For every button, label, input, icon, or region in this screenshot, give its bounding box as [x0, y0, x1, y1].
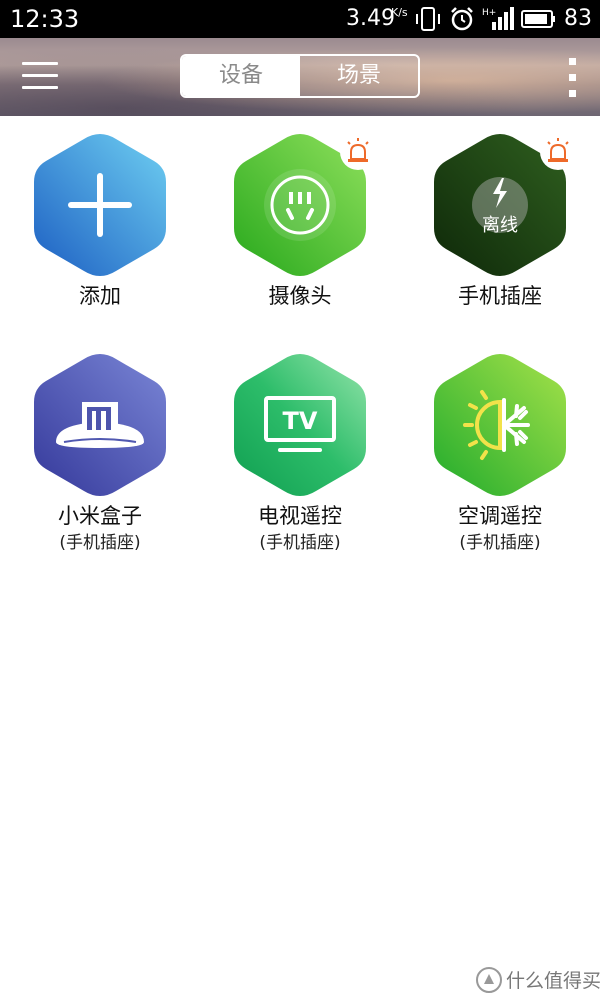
- device-name: 小米盒子: [58, 504, 142, 528]
- vibrate-icon: [416, 7, 440, 31]
- device-tile-mi-box[interactable]: 小米盒子 (手机插座): [0, 350, 200, 560]
- signal-hplus-icon: H+: [482, 7, 514, 30]
- siren-icon: [340, 134, 376, 170]
- device-tile-add[interactable]: 添加: [0, 130, 200, 320]
- offline-status: 离线: [482, 215, 518, 236]
- device-tile-tv-remote[interactable]: TV 电视遥控 (手机插座): [200, 350, 400, 560]
- hexagon-tile: TV: [234, 354, 366, 496]
- battery-icon: [521, 10, 555, 28]
- device-subtitle: (手机插座): [59, 533, 141, 553]
- network-speed: 3.49: [346, 6, 395, 31]
- status-time: 12:33: [10, 5, 80, 33]
- device-name: 摄像头: [268, 284, 332, 308]
- tab-scenes[interactable]: 场景: [300, 56, 418, 96]
- device-subtitle: (手机插座): [459, 533, 541, 553]
- hamburger-menu-icon[interactable]: [22, 62, 58, 92]
- alarm-clock-icon: [451, 7, 473, 31]
- status-bar: 12:33 3.49 K/s H+ 83: [0, 0, 600, 38]
- device-name: 添加: [79, 284, 121, 308]
- device-name: 空调遥控: [458, 504, 542, 528]
- svg-text:H+: H+: [482, 8, 496, 18]
- watermark-text: 什么值得买: [506, 970, 600, 992]
- more-vertical-icon[interactable]: [566, 58, 580, 98]
- device-tile-phone-socket[interactable]: 离线 手机插座: [400, 130, 600, 320]
- socket-icon: [264, 169, 336, 241]
- siren-icon: [540, 134, 576, 170]
- network-speed-unit: K/s: [391, 6, 408, 19]
- tv-label: TV: [283, 407, 318, 435]
- tab-switcher: 设备 场景: [180, 54, 420, 98]
- device-subtitle: (手机插座): [259, 533, 341, 553]
- hexagon-tile: [434, 354, 566, 496]
- hexagon-tile: [34, 134, 166, 276]
- battery-percent: 83: [564, 6, 592, 31]
- device-tile-ac-remote[interactable]: 空调遥控 (手机插座): [400, 350, 600, 560]
- smzdm-logo-icon: [476, 967, 502, 993]
- device-tile-camera[interactable]: 摄像头: [200, 130, 400, 320]
- hexagon-tile: [34, 354, 166, 496]
- device-name: 手机插座: [458, 284, 542, 308]
- app-header: 设备 场景: [0, 38, 600, 116]
- device-name: 电视遥控: [258, 504, 342, 528]
- tab-devices[interactable]: 设备: [182, 56, 300, 96]
